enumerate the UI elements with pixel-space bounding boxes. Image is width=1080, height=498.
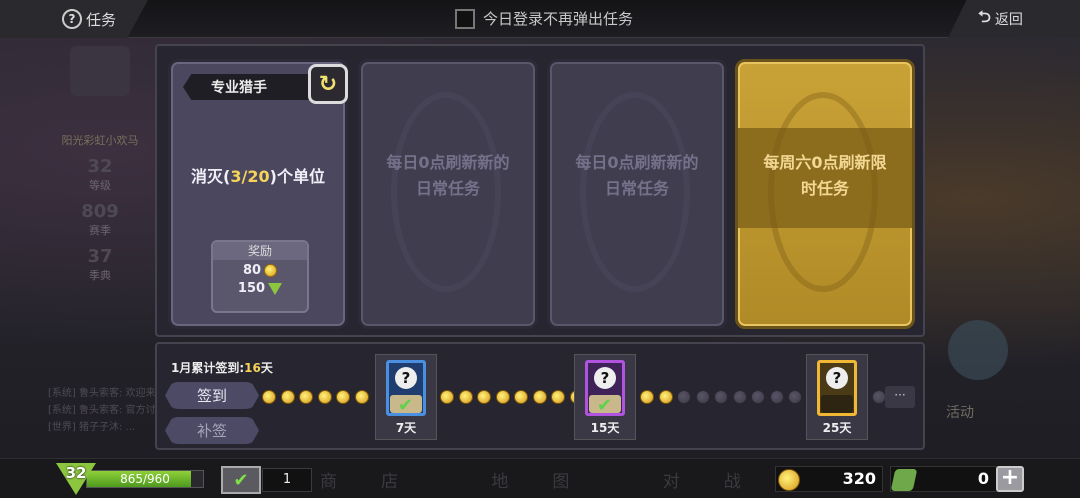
gem-value: 0 <box>977 469 989 488</box>
task-locked-text: 每日0点刷新新的日常任务 <box>386 153 510 198</box>
signin-dot <box>477 390 491 404</box>
signin-dot <box>751 390 765 404</box>
milestone-reward[interactable]: ? ✔ 15天 <box>574 354 636 440</box>
signin-dot <box>872 390 886 404</box>
background-stat: 37 季典 <box>87 246 113 282</box>
background-activity-label: 活动 <box>946 405 974 421</box>
background-mascot <box>948 320 1008 380</box>
makeup-signin-button[interactable]: 补签 <box>165 417 259 444</box>
milestone-label: 7天 <box>395 421 417 435</box>
signin-dot <box>299 390 313 404</box>
task-check-button[interactable]: ✔ <box>221 466 261 494</box>
back-icon: ⮌ <box>978 6 991 26</box>
background-avatar <box>70 46 130 96</box>
task-progress: 3/20 <box>230 167 270 186</box>
hide-today-label: 今日登录不再弹出任务 <box>483 10 634 28</box>
signin-dot <box>714 390 728 404</box>
add-currency-button[interactable]: + <box>996 466 1024 492</box>
signin-dot <box>532 390 547 404</box>
signin-dot <box>658 390 673 404</box>
signin-dot <box>262 390 276 404</box>
xp-bar: 865/960 <box>86 470 204 488</box>
signin-dot <box>640 390 654 404</box>
signin-dot <box>695 390 710 404</box>
signin-button[interactable]: 签到 <box>165 382 259 409</box>
refresh-icon: ↻ <box>318 71 338 97</box>
milestone-reward[interactable]: ? ✔ 7天 <box>375 354 437 440</box>
signin-dot <box>769 390 784 404</box>
reward-box: 奖励 80 150 <box>211 240 309 313</box>
background-chat: [系统] 鲁头索客: 欢迎来到 [系统] 鲁头索客: 官方讨论 [世界] 猪子子… <box>48 388 166 433</box>
background-stat: 809 赛季 <box>81 201 119 237</box>
task-name: 专业猎手 <box>183 74 323 100</box>
gold-value: 320 <box>842 469 876 488</box>
signin-title: 1月累计签到:16天 <box>171 361 273 375</box>
task-card-weekly: 每周六0点刷新限时任务 <box>735 59 915 329</box>
signin-dot <box>280 390 295 404</box>
page-title: 任务 <box>86 10 117 29</box>
help-icon[interactable]: ? <box>62 9 82 29</box>
reward-title: 奖励 <box>213 242 307 260</box>
gold-coin-icon <box>264 264 278 277</box>
signin-dot <box>458 390 473 404</box>
cash-icon <box>890 469 918 491</box>
signin-panel: 1月累计签到:16天 签到 补签 ? ✔ 7天 ? ✔ 15天 ? 25天 ··… <box>155 342 925 450</box>
back-label: 返回 <box>994 12 1023 28</box>
signin-dot <box>336 390 350 404</box>
top-bar: ? 任务 今日登录不再弹出任务 ⮌ 返回 <box>0 0 1080 38</box>
signin-dot <box>440 390 454 404</box>
task-description: 消灭(3/20)个单位 <box>191 167 325 186</box>
task-weekly-text: 每周六0点刷新限时任务 <box>763 153 887 198</box>
signin-dot <box>732 390 747 404</box>
signin-dot <box>677 390 691 404</box>
milestone-reward[interactable]: ? 25天 <box>806 354 868 440</box>
background-name: 阳光彩虹小欢马 <box>61 134 139 147</box>
gem-display: 0 <box>890 466 998 492</box>
check-icon: ✔ <box>233 469 249 491</box>
level-number: 32 <box>65 464 87 482</box>
level-badge: 32 <box>56 463 96 497</box>
gold-display: 320 <box>775 466 883 492</box>
task-locked-text: 每日0点刷新新的日常任务 <box>575 153 699 198</box>
task-panel: 专业猎手 消灭(3/20)个单位 奖励 80 150 ↻ 每日0点刷新新的日常任… <box>155 44 925 337</box>
back-button[interactable]: ⮌ 返回 <box>948 0 1080 38</box>
milestone-label: 15天 <box>590 421 620 435</box>
check-icon: ✔ <box>597 395 613 416</box>
task-card-locked: 每日0点刷新新的日常任务 <box>358 59 538 329</box>
bottom-bar: 商店 地图 对战 训练 社交 865/960 32 ✔ 1 320 0 + <box>0 458 1080 498</box>
signin-dot <box>354 390 369 404</box>
check-icon: ✔ <box>398 395 414 416</box>
more-dots-button[interactable]: ··· <box>885 386 915 408</box>
refresh-task-button[interactable]: ↻ <box>308 64 348 104</box>
reward-gold: 80 <box>213 263 307 278</box>
signin-dot <box>495 390 510 404</box>
task-count: 1 <box>262 468 312 492</box>
task-card-locked: 每日0点刷新新的日常任务 <box>547 59 727 329</box>
signin-dot <box>514 390 528 404</box>
signin-dot <box>317 390 332 404</box>
background-profile: 阳光彩虹小欢马 32 等级 809 赛季 37 季典 <box>40 40 160 440</box>
signin-dot <box>788 390 802 404</box>
milestone-label: 25天 <box>822 421 852 435</box>
background-stat: 32 等级 <box>87 156 113 192</box>
reward-exp: 150 <box>213 281 307 296</box>
hide-today-checkbox[interactable] <box>455 8 475 29</box>
xp-text: 865/960 <box>120 472 170 486</box>
exp-triangle-icon <box>268 282 283 295</box>
signin-dot <box>551 390 565 404</box>
task-title-area[interactable]: ? 任务 <box>0 0 148 38</box>
gold-coin-icon <box>778 469 800 491</box>
chest-icon <box>821 395 853 413</box>
hide-today-toggle[interactable]: 今日登录不再弹出任务 <box>455 8 633 29</box>
